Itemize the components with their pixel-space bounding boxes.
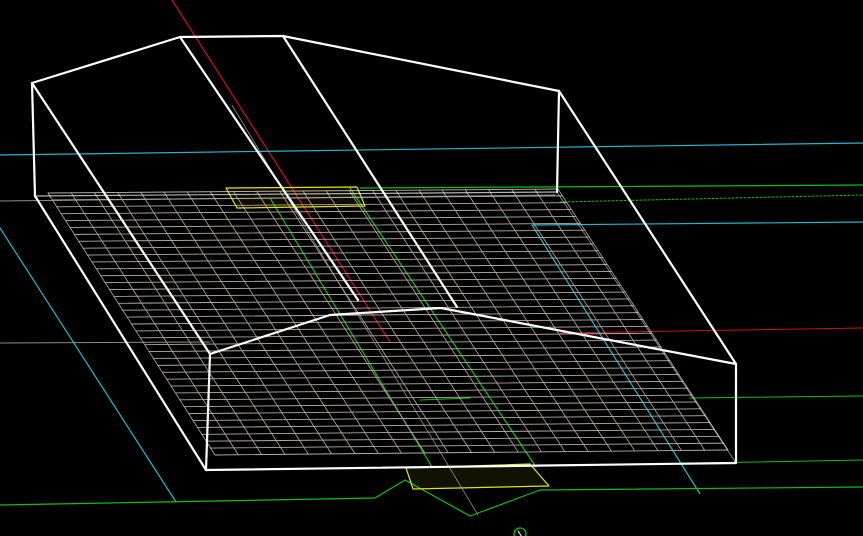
green-alignment-line <box>689 395 863 399</box>
mesh-column-line <box>302 190 472 453</box>
cyan-guide-line <box>0 227 177 503</box>
mesh-column-line <box>464 189 636 452</box>
mesh-column-line <box>140 191 309 455</box>
mesh-column-line <box>488 189 659 452</box>
x-axis-line <box>0 0 863 516</box>
wall-base-edge <box>33 194 208 472</box>
wireframe-scene[interactable] <box>0 0 863 536</box>
wall-vertical-edge <box>30 81 37 198</box>
green-alignment-line <box>559 194 863 203</box>
mesh-column-line <box>511 188 682 451</box>
green-alignment-line <box>359 184 863 189</box>
mesh-column-line <box>325 190 496 453</box>
mesh-column-line <box>256 190 426 454</box>
mesh-column-line <box>372 190 542 453</box>
construction-line <box>0 341 211 344</box>
wall-vertical-edge <box>555 89 561 194</box>
ground-grid-mesh <box>47 188 729 456</box>
ucs-origin-icon <box>513 527 527 536</box>
mesh-column-line <box>441 189 612 452</box>
ucs-origin-mark <box>517 530 522 536</box>
mesh-column-line <box>395 189 566 452</box>
roof-slope-edge <box>30 81 212 356</box>
roof-slope-edge <box>557 89 738 366</box>
footing-pad-north <box>225 186 366 209</box>
mesh-column-line <box>348 190 519 453</box>
cyan-guide-line <box>531 221 863 495</box>
mesh-column-line <box>117 192 286 455</box>
x-axis-segment <box>559 327 863 334</box>
roof-upper-edge <box>31 34 560 93</box>
mesh-column-line <box>534 188 706 451</box>
wall-base-edge <box>556 191 737 464</box>
cyan-guide-line <box>0 142 863 156</box>
green-alignment-line <box>419 397 471 401</box>
cad-model-viewport[interactable] <box>0 0 863 536</box>
mesh-column-line <box>557 188 729 451</box>
